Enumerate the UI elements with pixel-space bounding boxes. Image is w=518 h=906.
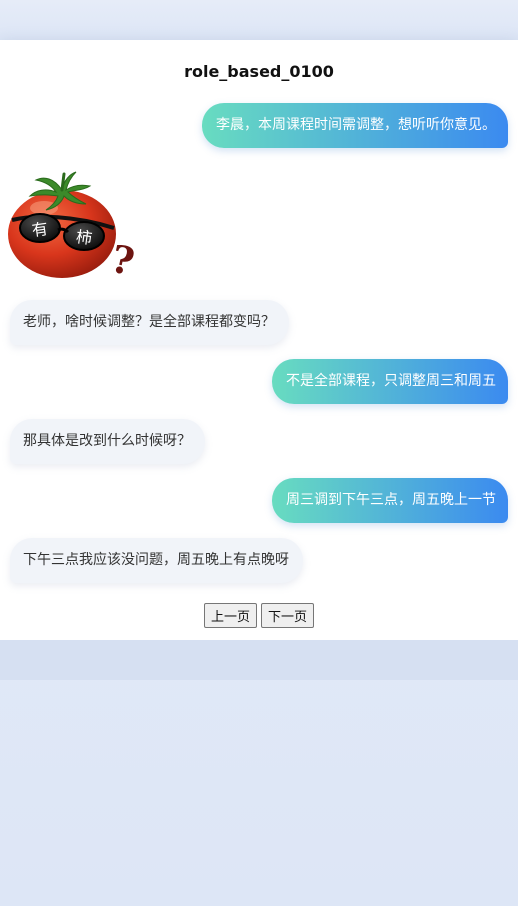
message-bubble-incoming: 那具体是改到什么时候呀？ [10, 419, 205, 464]
svg-text:柿: 柿 [75, 227, 94, 248]
message-bubble-incoming: 下午三点我应该没问题，周五晚上有点晚呀 [10, 538, 303, 583]
message-bubble-incoming: 老师，啥时候调整？是全部课程都变吗？ [10, 300, 289, 345]
message-bubble-outgoing: 李晨，本周课程时间需调整，想听听你意见。 [202, 103, 508, 148]
message-bubble-outgoing: 不是全部课程，只调整周三和周五 [272, 359, 508, 404]
prev-page-button[interactable]: 上一页 [203, 603, 257, 628]
tomato-sunglasses-sticker-icon: 有 柿 ? [6, 168, 138, 284]
next-page-button[interactable]: 下一页 [261, 603, 315, 628]
chat-card: role_based_0100 李晨，本周课程时间需调整，想听听你意见。 有 柿… [0, 40, 518, 640]
top-band [0, 0, 518, 40]
lower-band [0, 640, 518, 680]
svg-text:有: 有 [31, 219, 50, 240]
message-bubble-outgoing: 周三调到下午三点，周五晚上一节 [272, 478, 508, 523]
pagination: 上一页 下一页 [0, 603, 518, 628]
page-title: role_based_0100 [184, 62, 334, 81]
